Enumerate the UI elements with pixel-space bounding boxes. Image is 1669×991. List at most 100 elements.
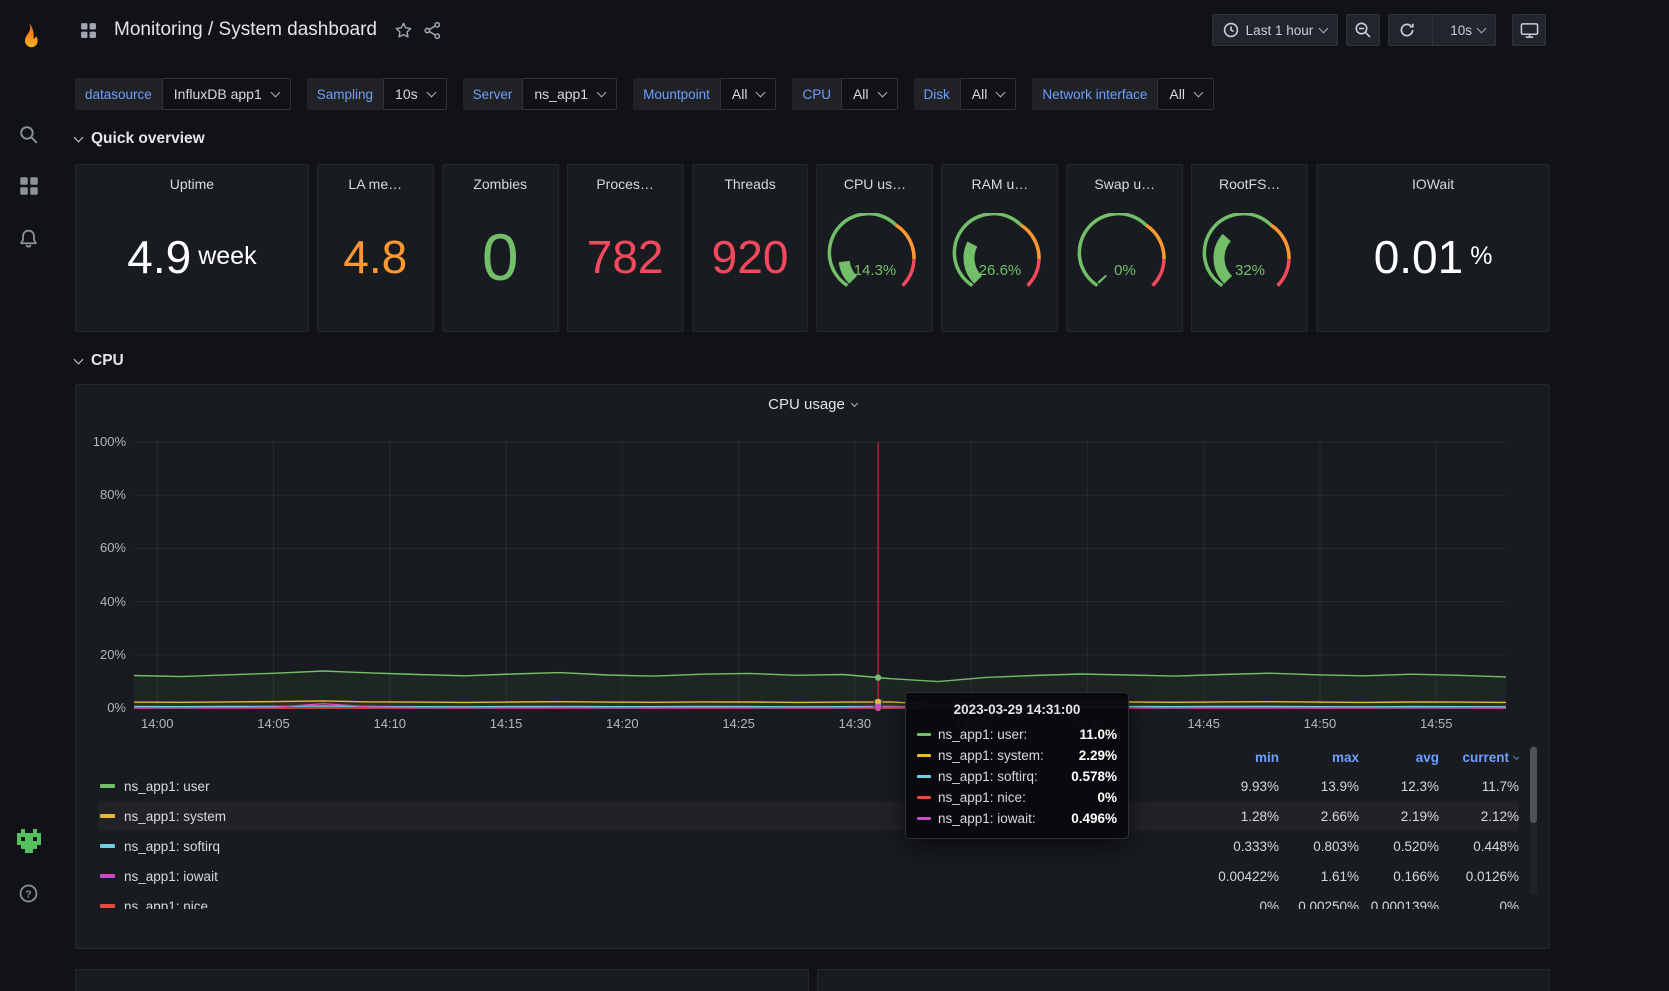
variable-value: ns_app1 <box>534 86 588 102</box>
legend-sort-max[interactable]: max <box>1279 750 1359 765</box>
sidebar-bottom: ? <box>9 815 49 919</box>
page-title: Monitoring / System dashboard <box>114 19 377 41</box>
panel-title: Swap u… <box>1094 176 1155 192</box>
legend: min max avg current ns_app1: user9.93%13… <box>98 743 1519 909</box>
stat-panel-proces[interactable]: Proces…782 <box>567 164 684 332</box>
monitor-icon <box>1520 21 1539 40</box>
refresh-interval-select[interactable]: 10s <box>1440 15 1495 45</box>
legend-series: ns_app1: nice <box>98 899 1199 910</box>
legend-sort-avg[interactable]: avg <box>1359 750 1439 765</box>
variable-value-dropdown[interactable]: ns_app1 <box>522 78 617 110</box>
stat-value: 4.9 <box>127 234 191 280</box>
tooltip-series-name: ns_app1: nice: <box>938 790 1026 805</box>
stat-panel-la-me[interactable]: LA me…4.8 <box>317 164 434 332</box>
variable-label: Network interface <box>1032 78 1157 110</box>
clock-icon <box>1223 22 1239 38</box>
user-avatar[interactable] <box>9 821 49 861</box>
variables-bar: datasourceInfluxDB app1Sampling10sServer… <box>57 78 1669 110</box>
legend-value-current: 0% <box>1439 899 1519 910</box>
legend-value-min: 0.333% <box>1199 839 1279 854</box>
legend-value-avg: 0.000139% <box>1359 899 1439 910</box>
stat-panel-iowait[interactable]: IOWait0.01% <box>1316 164 1550 332</box>
legend-sort-current[interactable]: current <box>1439 750 1519 765</box>
variable-label: datasource <box>75 78 162 110</box>
variable-value-dropdown[interactable]: All <box>960 78 1017 110</box>
grafana-logo[interactable] <box>9 16 49 56</box>
legend-row-ns-app1-user[interactable]: ns_app1: user9.93%13.9%12.3%11.7% <box>98 771 1519 801</box>
legend-row-ns-app1-nice[interactable]: ns_app1: nice0%0.00250%0.000139%0% <box>98 891 1519 909</box>
variable-value-dropdown[interactable]: All <box>720 78 777 110</box>
chevron-down-icon <box>74 132 84 142</box>
search-icon[interactable] <box>9 114 49 154</box>
legend-value-avg: 12.3% <box>1359 779 1439 794</box>
stat-value: 782 <box>587 234 664 280</box>
refresh-button[interactable] <box>1389 15 1425 45</box>
series-color-dash[interactable] <box>100 844 115 848</box>
cycle-view-mode-button[interactable] <box>1512 14 1546 46</box>
variable-value-dropdown[interactable]: All <box>1157 78 1214 110</box>
panel-title-menu[interactable]: CPU usage <box>76 385 1549 423</box>
legend-value-max: 2.66% <box>1279 809 1359 824</box>
y-tick-label: 20% <box>76 647 126 662</box>
dashboard-grid-icon[interactable] <box>80 22 97 39</box>
legend-scrollbar-thumb[interactable] <box>1530 747 1537 823</box>
help-icon[interactable]: ? <box>9 873 49 913</box>
alerting-bell-icon[interactable] <box>9 218 49 258</box>
legend-value-current: 11.7% <box>1439 779 1519 794</box>
dashboards-icon[interactable] <box>9 166 49 206</box>
legend-scrollbar[interactable] <box>1530 745 1537 895</box>
stat-panel-threads[interactable]: Threads920 <box>692 164 809 332</box>
stat-panel-uptime[interactable]: Uptime4.9week <box>75 164 309 332</box>
legend-sort-min[interactable]: min <box>1199 750 1279 765</box>
section-title: Quick overview <box>91 130 205 148</box>
tooltip-series-name: ns_app1: system: <box>938 748 1044 763</box>
variable-label: Server <box>463 78 523 110</box>
stat-panel-rootfs[interactable]: RootFS… 32% <box>1191 164 1308 332</box>
chevron-down-icon <box>597 87 607 97</box>
section-quick-overview[interactable]: Quick overview <box>57 130 1669 148</box>
stat-panel-zombies[interactable]: Zombies0 <box>442 164 559 332</box>
variable-value-dropdown[interactable]: All <box>841 78 898 110</box>
section-cpu[interactable]: CPU <box>57 352 1669 370</box>
dashboard-header: Monitoring / System dashboard Last 1 hou… <box>57 0 1669 60</box>
cpu-usage-chart[interactable] <box>134 442 1506 708</box>
chevron-down-icon <box>74 354 84 364</box>
stat-panel-cpu-us[interactable]: CPU us…14.3% <box>816 164 933 332</box>
series-color-dash[interactable] <box>100 874 115 878</box>
series-color-dash[interactable] <box>100 784 115 788</box>
share-icon[interactable] <box>423 21 442 40</box>
gauge: 32% <box>1198 213 1302 301</box>
avatar-image <box>17 829 41 853</box>
x-tick-label: 14:20 <box>590 716 654 731</box>
legend-value-max: 13.9% <box>1279 779 1359 794</box>
legend-value-current: 0.0126% <box>1439 869 1519 884</box>
series-color-dash[interactable] <box>100 814 115 818</box>
legend-series-name: ns_app1: user <box>124 779 210 794</box>
tooltip-series-value: 0.578% <box>1071 769 1117 784</box>
panel-title: CPU usage <box>768 396 845 413</box>
variable-value-dropdown[interactable]: 10s <box>383 78 447 110</box>
time-range-picker[interactable]: Last 1 hour <box>1212 14 1339 46</box>
variable-label: Disk <box>914 78 960 110</box>
chevron-down-icon <box>1319 23 1329 33</box>
legend-row-ns-app1-system[interactable]: ns_app1: system1.28%2.66%2.19%2.12% <box>98 801 1519 831</box>
button-divider <box>1432 15 1433 45</box>
legend-header: min max avg current <box>98 743 1519 771</box>
series-color-dash <box>917 754 931 757</box>
stat-panel-swap-u[interactable]: Swap u…0% <box>1066 164 1183 332</box>
grafana-logo-icon <box>14 21 44 51</box>
tooltip-row: ns_app1: system:2.29% <box>917 745 1117 766</box>
star-icon[interactable] <box>394 21 413 40</box>
chevron-down-icon <box>996 87 1006 97</box>
legend-row-ns-app1-softirq[interactable]: ns_app1: softirq0.333%0.803%0.520%0.448% <box>98 831 1519 861</box>
variable-value: 10s <box>395 86 418 102</box>
variable-label: Mountpoint <box>633 78 720 110</box>
legend-row-ns-app1-iowait[interactable]: ns_app1: iowait0.00422%1.61%0.166%0.0126… <box>98 861 1519 891</box>
stat-panel-ram-u[interactable]: RAM u…26.6% <box>941 164 1058 332</box>
series-color-dash[interactable] <box>100 904 115 908</box>
variable-value-dropdown[interactable]: InfluxDB app1 <box>162 78 291 110</box>
panel-title: Threads <box>724 176 775 192</box>
zoom-out-button[interactable] <box>1346 14 1380 46</box>
variable-server: Server ns_app1 <box>463 78 617 110</box>
panel-title: RootFS… <box>1219 176 1280 192</box>
